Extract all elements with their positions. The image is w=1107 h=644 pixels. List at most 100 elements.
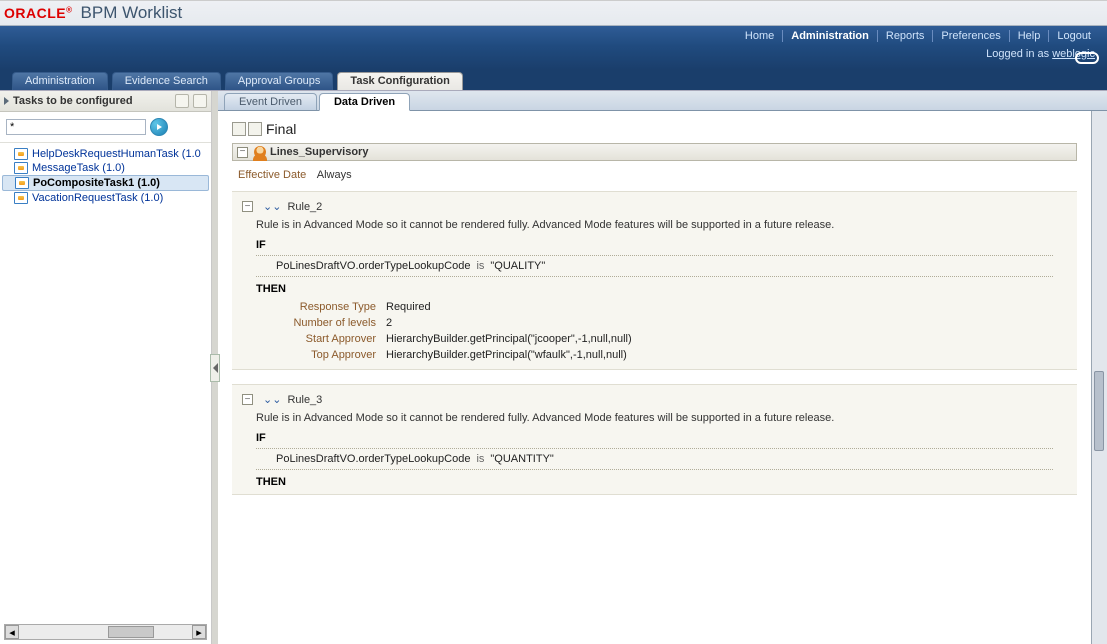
condition-line: PoLinesDraftVO.orderTypeLookupCode is "QUA… xyxy=(276,453,1053,465)
block-title: Lines_Supervisory xyxy=(270,146,368,158)
horizontal-scrollbar[interactable]: ◂ ▸ xyxy=(4,624,207,640)
then-keyword: THEN xyxy=(256,283,1067,295)
main-tab-administration[interactable]: Administration xyxy=(12,72,108,90)
property-value: Required xyxy=(386,301,431,313)
splitter-collapse-icon[interactable] xyxy=(210,354,220,382)
task-icon xyxy=(14,162,28,174)
nav-link-preferences[interactable]: Preferences xyxy=(933,30,1009,42)
vscroll-thumb[interactable] xyxy=(1094,371,1104,451)
chevron-down-icon[interactable]: ⌄⌄ xyxy=(263,393,281,406)
participant-block-header: Lines_Supervisory xyxy=(232,143,1077,161)
search-go-button[interactable] xyxy=(150,118,168,136)
rule-block: ⌄⌄ Rule_3 Rule is in Advanced Mode so it c… xyxy=(232,384,1077,495)
nav-link-logout[interactable]: Logout xyxy=(1049,30,1099,42)
app-title: BPM Worklist xyxy=(81,3,183,23)
task-label: MessageTask (1.0) xyxy=(32,162,125,174)
cond-op: is xyxy=(476,453,484,465)
main-content: Final Lines_Supervisory Effective Date A… xyxy=(218,111,1091,644)
advanced-mode-note: Rule is in Advanced Mode so it cannot be… xyxy=(256,219,1067,231)
sidebar-search xyxy=(0,112,211,143)
expand-icon[interactable] xyxy=(4,97,9,105)
property-key: Top Approver xyxy=(256,349,376,361)
task-item[interactable]: VacationRequestTask (1.0) xyxy=(2,191,209,205)
property-key: Response Type xyxy=(256,301,376,313)
condition-line: PoLinesDraftVO.orderTypeLookupCode is "QUA… xyxy=(276,260,1053,272)
cond-left: PoLinesDraftVO.orderTypeLookupCode xyxy=(276,260,470,272)
person-icon xyxy=(254,146,266,158)
task-list: HelpDeskRequestHumanTask (1.0 MessageTask… xyxy=(0,143,211,620)
task-label: PoCompositeTask1 (1.0) xyxy=(33,177,160,189)
property-value: HierarchyBuilder.getPrincipal("jcooper",… xyxy=(386,333,632,345)
expand-stage-icon[interactable] xyxy=(232,122,246,136)
revert-icon[interactable] xyxy=(193,94,207,108)
property-row: Response Type Required xyxy=(256,301,1053,313)
advanced-mode-note: Rule is in Advanced Mode so it cannot be… xyxy=(256,412,1067,424)
scroll-left-icon[interactable]: ◂ xyxy=(5,625,19,639)
stage-label: Final xyxy=(266,121,296,137)
scroll-thumb[interactable] xyxy=(108,626,154,638)
collapse-block-icon[interactable] xyxy=(237,147,248,158)
rule-block: ⌄⌄ Rule_2 Rule is in Advanced Mode so it c… xyxy=(232,191,1077,370)
sidebar-toolbar xyxy=(175,94,207,108)
effective-date-value: Always xyxy=(317,169,352,181)
task-item[interactable]: PoCompositeTask1 (1.0) xyxy=(2,175,209,191)
main-tab-task-configuration[interactable]: Task Configuration xyxy=(337,72,462,90)
cond-left: PoLinesDraftVO.orderTypeLookupCode xyxy=(276,453,470,465)
oracle-pill-icon xyxy=(1075,52,1099,64)
login-prefix: Logged in as xyxy=(986,48,1052,60)
main-tab-strip: AdministrationEvidence SearchApproval Gr… xyxy=(0,70,1107,90)
nav-link-administration[interactable]: Administration xyxy=(783,30,878,42)
collapse-rule-icon[interactable] xyxy=(242,394,253,405)
sub-tab-event-driven[interactable]: Event Driven xyxy=(224,93,317,110)
content-area: Tasks to be configured HelpDeskRequestHu… xyxy=(0,90,1107,644)
rule-name: Rule_3 xyxy=(287,394,322,406)
vertical-scrollbar[interactable] xyxy=(1091,111,1107,644)
property-key: Start Approver xyxy=(256,333,376,345)
cond-right: "QUALITY" xyxy=(490,260,545,272)
rule-header: ⌄⌄ Rule_2 xyxy=(242,200,1067,213)
main-tab-approval-groups[interactable]: Approval Groups xyxy=(225,72,334,90)
app-header: ORACLE® BPM Worklist xyxy=(0,0,1107,26)
main-tab-evidence-search[interactable]: Evidence Search xyxy=(112,72,221,90)
search-input[interactable] xyxy=(6,119,146,135)
nav-link-home[interactable]: Home xyxy=(737,30,783,42)
property-row: Number of levels 2 xyxy=(256,317,1053,329)
task-label: HelpDeskRequestHumanTask (1.0 xyxy=(32,148,201,160)
property-list: Response Type Required Number of levels 2 St… xyxy=(256,301,1053,361)
task-icon xyxy=(14,192,28,204)
oracle-logo: ORACLE® xyxy=(4,5,73,21)
list-icon[interactable] xyxy=(248,122,262,136)
stage-header: Final xyxy=(232,121,1077,137)
nav-links: HomeAdministrationReportsPreferencesHelp… xyxy=(737,30,1099,42)
collapse-rule-icon[interactable] xyxy=(242,201,253,212)
sidebar: Tasks to be configured HelpDeskRequestHu… xyxy=(0,91,212,644)
nav-link-help[interactable]: Help xyxy=(1010,30,1050,42)
task-icon xyxy=(14,148,28,160)
cond-op: is xyxy=(476,260,484,272)
task-item[interactable]: HelpDeskRequestHumanTask (1.0 xyxy=(2,147,209,161)
nav-link-reports[interactable]: Reports xyxy=(878,30,934,42)
task-label: VacationRequestTask (1.0) xyxy=(32,192,163,204)
scroll-right-icon[interactable]: ▸ xyxy=(192,625,206,639)
cond-right: "QUANTITY" xyxy=(490,453,553,465)
sub-tab-data-driven[interactable]: Data Driven xyxy=(319,93,410,111)
effective-date-label: Effective Date xyxy=(238,169,306,181)
property-value: HierarchyBuilder.getPrincipal("wfaulk",-… xyxy=(386,349,627,361)
navbar: HomeAdministrationReportsPreferencesHelp… xyxy=(0,26,1107,70)
if-keyword: IF xyxy=(256,239,1067,251)
save-icon[interactable] xyxy=(175,94,189,108)
effective-date-row: Effective Date Always xyxy=(238,169,1077,181)
task-icon xyxy=(15,177,29,189)
sub-tab-strip: Event DrivenData Driven xyxy=(218,91,1107,111)
sidebar-header: Tasks to be configured xyxy=(0,91,211,112)
property-row: Start Approver HierarchyBuilder.getPrinci… xyxy=(256,333,1053,345)
then-keyword: THEN xyxy=(256,476,1067,488)
splitter[interactable] xyxy=(212,91,218,644)
property-value: 2 xyxy=(386,317,392,329)
task-item[interactable]: MessageTask (1.0) xyxy=(2,161,209,175)
if-keyword: IF xyxy=(256,432,1067,444)
sidebar-title: Tasks to be configured xyxy=(13,95,133,107)
chevron-down-icon[interactable]: ⌄⌄ xyxy=(263,200,281,213)
rule-name: Rule_2 xyxy=(287,201,322,213)
property-key: Number of levels xyxy=(256,317,376,329)
